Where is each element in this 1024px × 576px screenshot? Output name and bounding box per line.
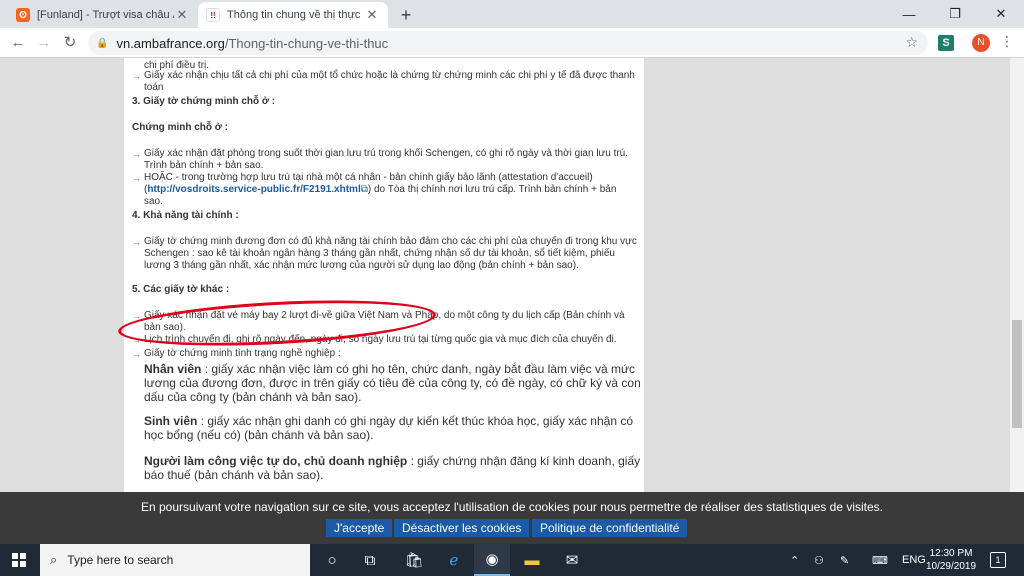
lock-icon: 🔒 (96, 37, 109, 49)
page-viewport: →Giấy chấp thuận tiếp nhận điều trị của … (0, 58, 1024, 492)
tab-title: Thông tin chung về thị thực ngắn (227, 9, 364, 21)
address-bar[interactable]: 🔒 vn.ambafrance.org/Thong-tin-chung-ve-t… (88, 31, 928, 55)
system-clock[interactable]: 12:30 PM 10/29/2019 (920, 547, 982, 573)
section-heading: 5. Các giấy tờ khác : (132, 284, 230, 295)
pen-icon[interactable]: ✎ (840, 544, 849, 576)
funland-favicon-icon: ʘ (16, 8, 30, 22)
service-public-link[interactable]: http://vosdroits.service-public.fr/F2191… (147, 184, 360, 195)
arrow-bullet-icon: → (132, 237, 141, 247)
list-item: → Giấy xác nhận chịu tất cả chi phí của m… (132, 70, 635, 93)
article-content: →Giấy chấp thuận tiếp nhận điều trị của … (124, 58, 644, 492)
arrow-bullet-icon: → (132, 349, 141, 359)
tab-title: [Funland] - Trượt visa châu Âu bu (37, 9, 174, 21)
keyboard-icon[interactable]: ⌨ (872, 544, 888, 576)
bookmark-star-icon[interactable]: ☆ (905, 34, 918, 51)
employee-paragraph: Nhân viên : giấy xác nhận việc làm có gh… (144, 362, 641, 404)
scrollbar[interactable] (1010, 58, 1024, 492)
store-icon[interactable]: 🛍 (396, 544, 432, 576)
back-arrow-icon[interactable]: ← (8, 33, 28, 53)
tab-funland[interactable]: ʘ [Funland] - Trượt visa châu Âu bu ✕ (8, 2, 198, 28)
arrow-bullet-icon: → (132, 149, 141, 159)
taskbar-search-input[interactable]: ⌕ Type here to search (40, 544, 310, 576)
windows-start-icon[interactable] (12, 553, 26, 567)
privacy-policy-button[interactable]: Politique de confidentialité (532, 519, 688, 537)
section-heading: 3. Giấy tờ chứng minh chỗ ở : (132, 96, 276, 107)
freelance-paragraph: Người làm công việc tự do, chủ doanh ngh… (144, 454, 641, 482)
people-icon[interactable]: ⚇ (814, 544, 824, 576)
windows-taskbar: ⌕ Type here to search ○ ⧉ 🛍 ℯ ◉ ▬ ✉ ⌃ ⚇ … (0, 544, 1024, 576)
reload-icon[interactable]: ↻ (60, 33, 80, 53)
section-heading: 4. Khả năng tài chính : (132, 210, 239, 221)
show-hidden-icons-icon[interactable]: ⌃ (790, 544, 799, 576)
close-tab-icon[interactable]: ✕ (364, 7, 380, 23)
edge-icon[interactable]: ℯ (436, 544, 472, 576)
task-view-icon[interactable]: ⧉ (352, 544, 388, 576)
url-path: /Thong-tin-chung-ve-thi-thuc (224, 35, 389, 51)
external-link-icon: ⧉ (360, 184, 368, 195)
extension-icon[interactable]: S (938, 35, 954, 51)
ambafrance-favicon-icon: !! (206, 8, 220, 22)
mail-icon[interactable]: ✉ (554, 544, 590, 576)
accept-cookies-button[interactable]: J'accepte (326, 519, 393, 537)
disable-cookies-button[interactable]: Désactiver les cookies (394, 519, 530, 537)
chrome-icon[interactable]: ◉ (474, 544, 510, 576)
list-item: → Giấy tờ chứng minh tình trạng nghề nghi… (132, 348, 341, 359)
tab-strip: ʘ [Funland] - Trượt visa châu Âu bu ✕ !!… (0, 0, 1024, 28)
close-window-button[interactable]: ✕ (978, 0, 1024, 28)
scrollbar-thumb[interactable] (1012, 320, 1022, 428)
arrow-bullet-icon: → (132, 71, 141, 81)
clock-date: 10/29/2019 (925, 561, 977, 572)
minimize-button[interactable]: — (886, 0, 932, 28)
profile-avatar[interactable]: N (972, 34, 990, 52)
cookie-banner: En poursuivant votre navigation sur ce s… (0, 492, 1024, 544)
arrow-bullet-icon: → (132, 173, 141, 183)
section-subheading: Chứng minh chỗ ở : (132, 122, 229, 133)
student-paragraph: Sinh viên : giấy xác nhận ghi danh có gh… (144, 414, 633, 442)
browser-toolbar: ← → ↻ 🔒 vn.ambafrance.org/Thong-tin-chun… (0, 28, 1024, 58)
url-host: vn.ambafrance.org (116, 35, 225, 51)
clock-time: 12:30 PM (929, 548, 973, 559)
search-icon: ⌕ (50, 552, 58, 567)
list-item: → Giấy xác nhận đặt phòng trong suốt thời… (132, 148, 629, 171)
tab-ambafrance[interactable]: !! Thông tin chung về thị thực ngắn ✕ (198, 2, 388, 28)
new-tab-button[interactable]: + (396, 5, 416, 26)
close-tab-icon[interactable]: ✕ (174, 7, 190, 23)
cookie-message: En poursuivant votre navigation sur ce s… (140, 500, 883, 514)
file-explorer-icon[interactable]: ▬ (514, 544, 550, 576)
list-item: → Giấy tờ chứng minh đương đơn có đủ khả … (132, 236, 637, 271)
maximize-button[interactable]: ❐ (932, 0, 978, 28)
kebab-menu-icon[interactable]: ⋮ (1000, 33, 1014, 50)
notification-center-icon[interactable]: 1 (990, 552, 1006, 568)
forward-arrow-icon[interactable]: → (34, 33, 54, 53)
cortana-icon[interactable]: ○ (314, 544, 350, 576)
list-item: → HOẶC - trong trường hợp lưu trú tại nhà… (132, 172, 617, 207)
